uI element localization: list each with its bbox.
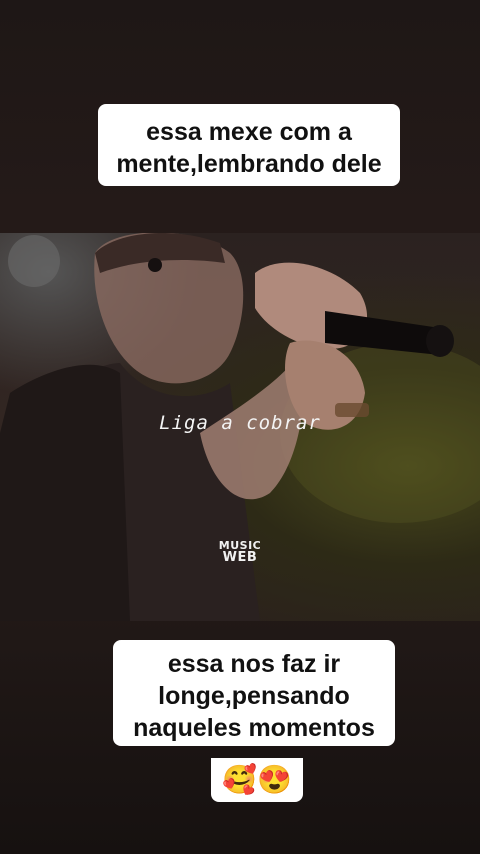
caption-top-line2: mente,lembrando dele <box>116 150 382 178</box>
caption-top-line1: essa mexe com a <box>146 118 352 146</box>
music-web-watermark: MUSIC WEB <box>210 540 270 565</box>
caption-top: essa mexe com a mente,lembrando dele <box>98 104 400 186</box>
watermark-line2: WEB <box>222 550 258 565</box>
caption-bottom: essa nos faz ir longe,pensando naqueles … <box>113 640 395 746</box>
caption-emoji-row: 🥰😍 <box>211 758 303 802</box>
video-screen[interactable]: essa mexe com a mente,lembrando dele Lig… <box>0 0 480 854</box>
song-title-overlay: Liga a cobrar <box>159 412 321 434</box>
caption-bottom-line2: longe,pensando <box>158 682 350 710</box>
caption-bottom-line1: essa nos faz ir <box>167 650 341 678</box>
caption-bottom-line3: naqueles momentos <box>133 714 375 742</box>
video-frame[interactable]: Liga a cobrar MUSIC WEB <box>0 233 480 621</box>
